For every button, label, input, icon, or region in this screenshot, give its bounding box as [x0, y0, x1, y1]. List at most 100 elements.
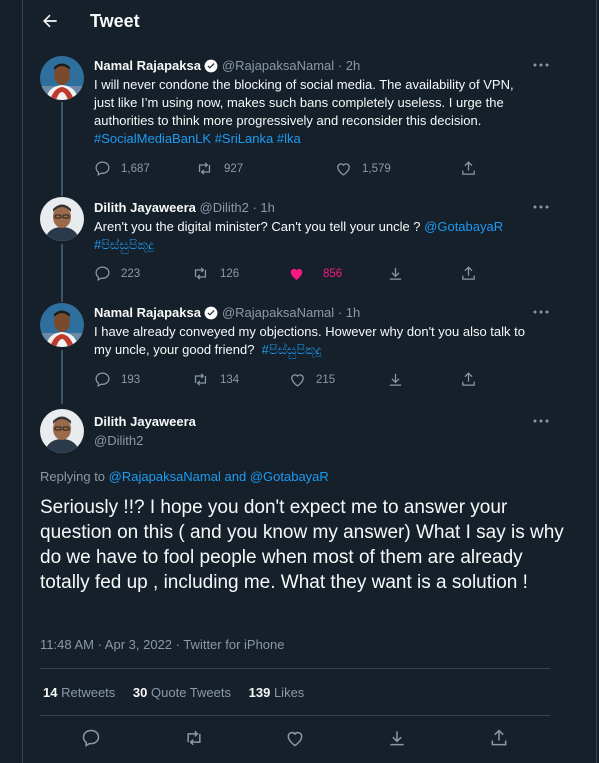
divider: [40, 715, 550, 716]
like-button[interactable]: 215: [289, 371, 335, 388]
heart-filled-icon: [290, 268, 303, 280]
like-count: 856: [323, 267, 343, 280]
avatar[interactable]: [40, 56, 84, 100]
retweet-count: 126: [220, 267, 240, 280]
likes-label: Likes: [273, 685, 305, 700]
hashtag-link[interactable]: #පිස්සුපිකූදු: [94, 236, 564, 254]
avatar[interactable]: [40, 409, 84, 453]
heart-icon: [291, 374, 304, 387]
tweet-header: Dilith Jayaweera @Dilith2 · 1h: [94, 200, 275, 215]
retweet-button[interactable]: 126: [191, 265, 239, 282]
retweets-count: 14: [43, 685, 58, 700]
share-icon[interactable]: [460, 371, 477, 388]
like-count: 215: [316, 373, 336, 386]
more-options-icon[interactable]: [533, 62, 549, 68]
share-icon[interactable]: [460, 160, 477, 177]
likes-count: 139: [248, 685, 271, 700]
heart-icon: [337, 163, 350, 176]
tweet-page: Tweet Namal Rajapaksa @RajapaksaNamal · 2…: [22, 0, 597, 763]
replying-prefix: Replying to: [40, 469, 106, 484]
reply-icon[interactable]: [81, 728, 101, 748]
tweet-text-line: just like I’m using now, makes such bans…: [94, 95, 504, 110]
avatar[interactable]: [40, 197, 84, 241]
retweet-icon: [198, 162, 211, 175]
reply-button[interactable]: 1,687: [94, 160, 150, 177]
retweet-count: 927: [224, 162, 244, 175]
reply-icon: [95, 372, 110, 388]
engagement-stats: 14 Retweets 30 Quote Tweets 139 Likes: [43, 685, 318, 700]
tweet-time[interactable]: · 2h: [338, 58, 360, 73]
reply-count: 223: [121, 267, 141, 280]
reply-count: 1,687: [121, 162, 150, 175]
retweet-button[interactable]: 134: [191, 371, 239, 388]
hashtags[interactable]: #SocialMediaBanLK #SriLanka #lka: [94, 130, 564, 148]
reply-count: 193: [121, 373, 141, 386]
main-tweet-text: Seriously !!? I hope you don't expect me…: [40, 497, 564, 593]
tweet-time[interactable]: · 1h: [252, 200, 274, 215]
thread-line: [61, 350, 63, 404]
tweet-text: I have already conveyed my objections. H…: [94, 323, 564, 359]
more-options-icon[interactable]: [533, 418, 549, 424]
replying-to-link[interactable]: @GotabayaR: [250, 469, 329, 484]
tweet-text-line: I have already conveyed my objections. H…: [94, 324, 525, 339]
quotes-stat[interactable]: 30 Quote Tweets: [133, 685, 231, 700]
retweet-count: 134: [220, 373, 240, 386]
reply-button[interactable]: 223: [94, 265, 140, 282]
author-handle[interactable]: @Dilith2: [200, 200, 249, 215]
author-name[interactable]: Namal Rajapaksa: [94, 58, 201, 73]
retweet-icon[interactable]: [183, 728, 205, 748]
tweet-timestamp[interactable]: 11:48 AM · Apr 3, 2022 · Twitter for iPh…: [40, 637, 285, 652]
retweets-stat[interactable]: 14 Retweets: [43, 685, 115, 700]
more-options-icon[interactable]: [533, 309, 549, 315]
avatar[interactable]: [40, 303, 84, 347]
reply-icon: [95, 266, 110, 282]
heart-icon[interactable]: [285, 728, 305, 748]
likes-stat[interactable]: 139 Likes: [249, 685, 305, 700]
tweet-text-line: authorities to think more progressively …: [94, 113, 482, 128]
like-button[interactable]: 1,579: [335, 160, 391, 177]
retweet-icon: [194, 373, 207, 386]
tweet-text-line: Aren't you the digital minister? Can't y…: [94, 219, 421, 234]
download-icon[interactable]: [387, 728, 407, 748]
tweet-text-line: my uncle, your good friend?: [94, 342, 255, 357]
thread-line: [61, 102, 63, 196]
tweet-text: Aren't you the digital minister? Can't y…: [94, 218, 564, 254]
download-icon[interactable]: [387, 265, 404, 282]
reply-button[interactable]: 193: [94, 371, 140, 388]
author-handle[interactable]: @Dilith2: [94, 433, 143, 448]
divider: [40, 668, 550, 669]
retweet-icon: [194, 267, 207, 280]
author-name[interactable]: Dilith Jayaweera: [94, 414, 196, 429]
author-handle[interactable]: @RajapaksaNamal: [222, 305, 334, 320]
page-title: Tweet: [90, 11, 140, 31]
retweet-button[interactable]: 927: [195, 160, 243, 177]
mention-link[interactable]: @GotabayaR: [424, 219, 503, 234]
verified-badge-icon: [204, 59, 218, 73]
more-options-icon[interactable]: [533, 204, 549, 210]
thread-line: [61, 244, 63, 302]
replying-and: and: [224, 469, 247, 484]
share-icon[interactable]: [460, 265, 477, 282]
like-button[interactable]: 856: [288, 265, 342, 282]
share-icon[interactable]: [489, 728, 509, 748]
author-name[interactable]: Dilith Jayaweera: [94, 200, 196, 215]
verified-badge-icon: [204, 306, 218, 320]
like-count: 1,579: [362, 162, 391, 175]
header: Tweet: [23, 0, 596, 42]
author-handle[interactable]: @RajapaksaNamal: [222, 58, 334, 73]
download-icon[interactable]: [387, 371, 404, 388]
tweet-text: I will never condone the blocking of soc…: [94, 76, 564, 148]
hashtag-link[interactable]: #පිස්සුපිකූදු: [262, 342, 322, 357]
reply-icon: [95, 161, 110, 177]
quotes-count: 30: [132, 685, 148, 700]
quotes-label: Quote Tweets: [151, 685, 231, 700]
author-name[interactable]: Namal Rajapaksa: [94, 305, 201, 320]
retweets-label: Retweets: [61, 685, 116, 700]
arrow-left-icon[interactable]: [39, 11, 61, 31]
tweet-time[interactable]: · 1h: [338, 305, 360, 320]
tweet-header: Namal Rajapaksa @RajapaksaNamal · 1h: [94, 305, 360, 320]
replying-to-link[interactable]: @RajapaksaNamal: [109, 469, 221, 484]
tweet-text-line: I will never condone the blocking of soc…: [94, 77, 514, 92]
replying-to: Replying to @RajapaksaNamal and @Gotabay…: [40, 469, 329, 484]
tweet-header: Namal Rajapaksa @RajapaksaNamal · 2h: [94, 58, 360, 73]
